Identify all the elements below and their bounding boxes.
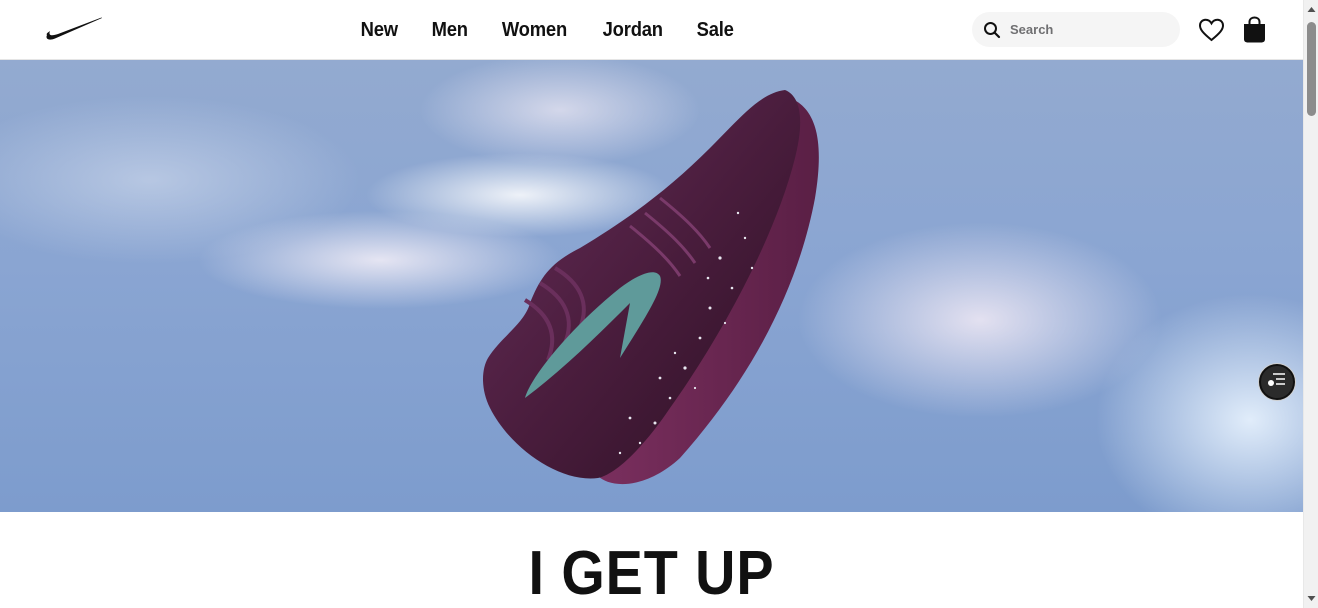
hero-shoe-image — [483, 90, 819, 485]
search-box — [972, 12, 1180, 47]
swoosh-icon[interactable] — [44, 14, 104, 42]
heart-icon[interactable] — [1198, 17, 1225, 44]
main-nav: New Men Women Jordan Sale — [344, 0, 751, 60]
shopping-bag-icon[interactable] — [1242, 16, 1267, 44]
nav-item-new[interactable]: New — [361, 19, 398, 42]
page-scrollbar[interactable] — [1303, 0, 1318, 608]
site-header: New Men Women Jordan Sale — [0, 0, 1303, 60]
search-icon[interactable] — [974, 12, 1010, 47]
nav-item-men[interactable]: Men — [431, 19, 467, 42]
filter-list-button[interactable] — [1259, 364, 1295, 400]
nav-item-sale[interactable]: Sale — [697, 19, 734, 42]
filter-list-icon — [1267, 372, 1287, 393]
search-input[interactable] — [1010, 22, 1160, 37]
page: New Men Women Jordan Sale Search I GET U… — [0, 0, 1303, 608]
scroll-up-arrow-icon[interactable] — [1307, 5, 1316, 14]
hero-headline: I GET UP — [528, 539, 775, 608]
scrollbar-thumb[interactable] — [1307, 22, 1316, 116]
nav-item-jordan[interactable]: Jordan — [602, 19, 662, 42]
nav-item-women[interactable]: Women — [502, 19, 567, 42]
hero-banner[interactable] — [0, 60, 1303, 512]
scroll-down-arrow-icon[interactable] — [1307, 594, 1316, 603]
